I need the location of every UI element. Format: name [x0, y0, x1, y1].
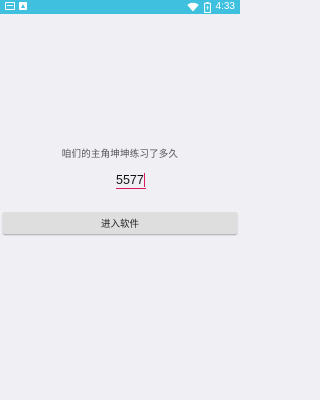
status-bar: 4:33 [0, 0, 240, 14]
enter-software-button[interactable]: 进入软件 [3, 212, 237, 234]
battery-icon [203, 1, 211, 13]
question-label: 咱们的主角坤坤练习了多久 [61, 149, 179, 160]
text-cursor [144, 173, 145, 187]
status-time: 4:33 [215, 1, 235, 12]
notification-icon [5, 2, 15, 10]
image-icon [19, 2, 27, 10]
status-right-icons: 4:33 [186, 0, 235, 14]
answer-input[interactable] [116, 171, 146, 189]
wifi-icon [186, 2, 199, 12]
status-left-icons [5, 2, 27, 10]
